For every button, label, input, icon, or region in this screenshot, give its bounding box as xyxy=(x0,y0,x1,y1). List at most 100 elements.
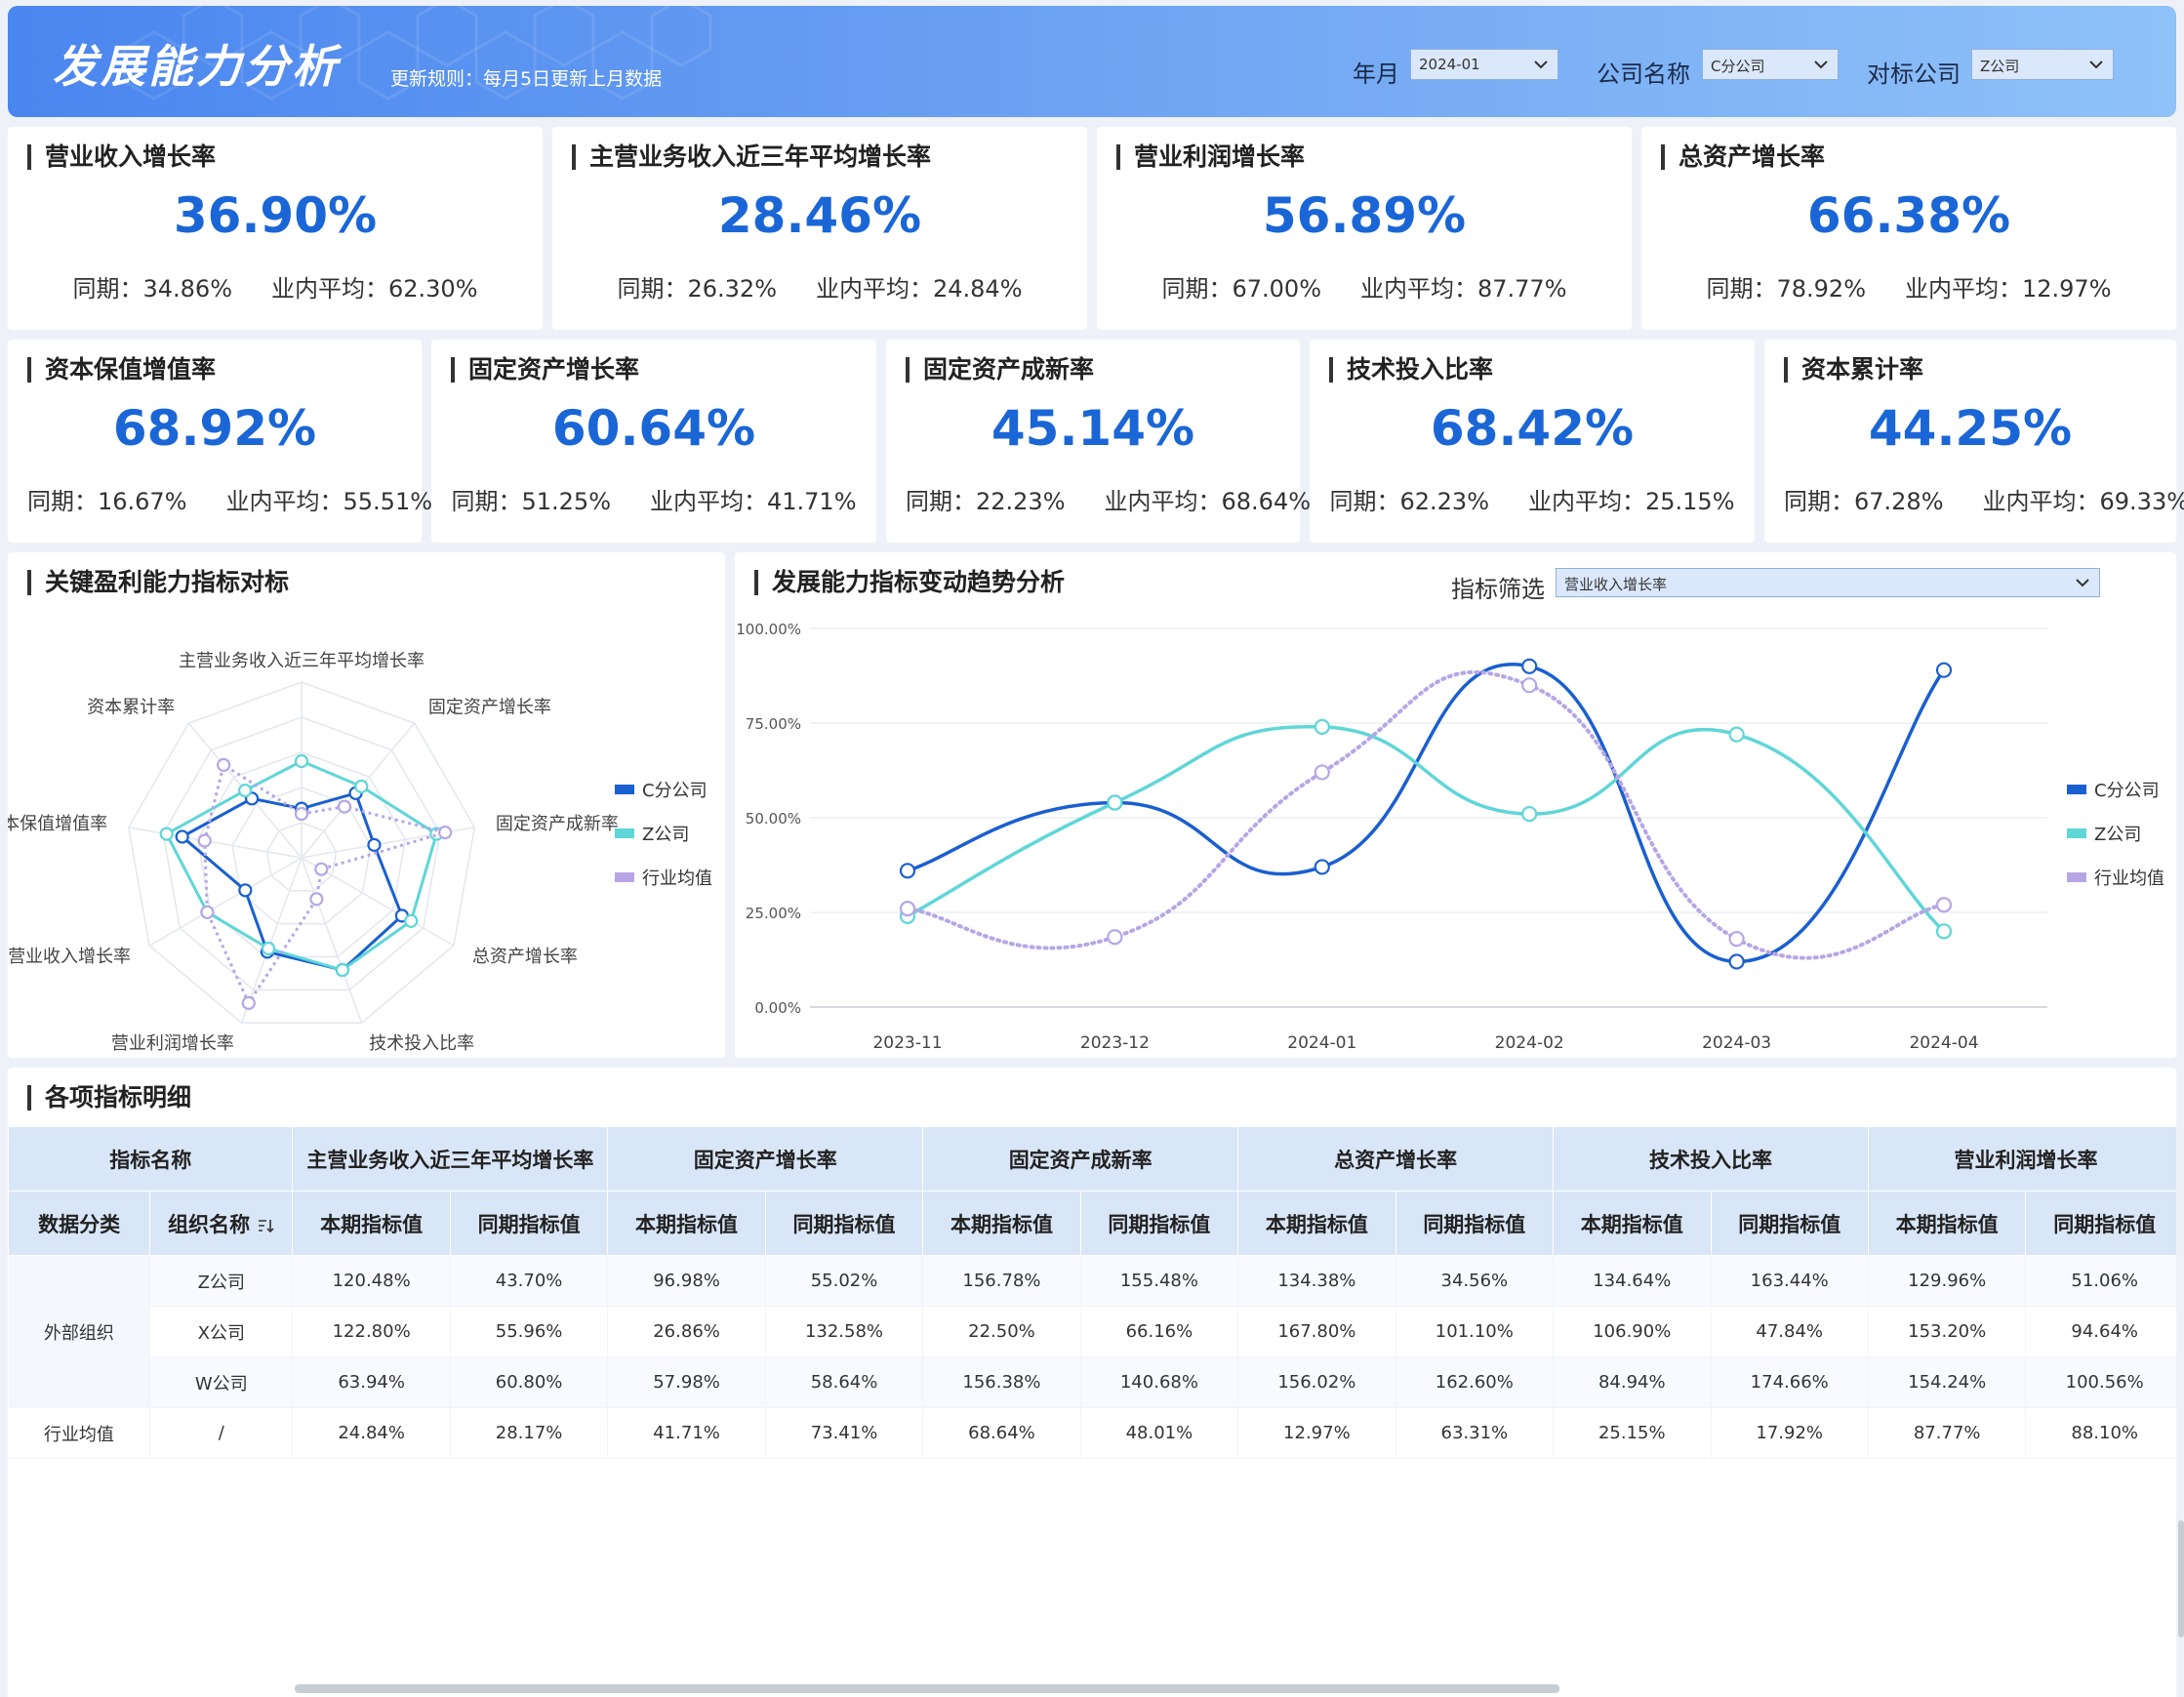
value-cell: 129.96% xyxy=(1868,1255,2027,1307)
company-select[interactable]: C分公司 xyxy=(1702,49,1839,80)
benchmark-select[interactable]: Z公司 xyxy=(1971,49,2114,80)
line-series-path xyxy=(906,663,1946,964)
table-row-industry-avg[interactable]: 行业均值/24.84% 28.17% 41.71% 73.41% 68.64% 48.01… xyxy=(8,1407,2176,1459)
value-cell: 96.98% xyxy=(607,1255,766,1307)
line-point[interactable] xyxy=(1521,677,1538,694)
radar-point[interactable] xyxy=(404,913,419,928)
line-point[interactable] xyxy=(1521,806,1538,823)
legend-swatch xyxy=(615,871,634,882)
value-cell: 120.48% xyxy=(292,1255,451,1307)
x-tick-label: 2024-04 xyxy=(1909,1033,1978,1053)
radar-axis-label: 固定资产增长率 xyxy=(428,697,551,717)
horizontal-scrollbar[interactable] xyxy=(295,1684,1559,1693)
value-cell: 134.64% xyxy=(1553,1255,1712,1307)
table-row[interactable]: 外部组织 Z公司 120.48% 43.70% 96.98% 55.02% 156.78% 1… xyxy=(8,1255,2176,1408)
radar-point[interactable] xyxy=(197,833,212,848)
kpi-same-period: 同期：22.23% xyxy=(906,488,1066,515)
line-point[interactable] xyxy=(1314,718,1330,735)
radar-point[interactable] xyxy=(241,995,256,1010)
line-point[interactable] xyxy=(1728,726,1745,743)
radar-point[interactable] xyxy=(367,837,382,852)
value-cell: 88.10% xyxy=(2025,1407,2176,1459)
update-rule-text: 更新规则：每月5日更新上月数据 xyxy=(390,68,663,90)
line-point[interactable] xyxy=(1935,923,1953,940)
sort-icon[interactable] xyxy=(257,1218,275,1233)
value-cell: 43.70% xyxy=(450,1255,609,1307)
legend-label: 行业均值 xyxy=(642,868,712,889)
page-title: 发展能力分析 xyxy=(53,40,340,93)
line-point[interactable] xyxy=(1107,794,1123,811)
legend-item-z[interactable]: Z公司 xyxy=(615,811,712,855)
line-point[interactable] xyxy=(1935,662,1953,678)
value-cell: 60.80% xyxy=(450,1356,609,1408)
radar-point[interactable] xyxy=(175,829,189,844)
legend-item-c[interactable]: C分公司 xyxy=(2067,767,2164,811)
radar-point[interactable] xyxy=(354,779,369,794)
line-point[interactable] xyxy=(1314,764,1330,781)
group-cell: 行业均值 xyxy=(8,1407,151,1459)
value-cell: 22.50% xyxy=(922,1306,1081,1357)
radar-point[interactable] xyxy=(294,806,309,822)
line-point[interactable] xyxy=(899,863,916,879)
radar-point[interactable] xyxy=(238,883,253,898)
header-previous: 同期指标值 xyxy=(2025,1191,2176,1256)
kpi-value: 68.92% xyxy=(112,400,317,457)
radar-point[interactable] xyxy=(217,757,231,772)
chevron-down-icon xyxy=(1534,61,1548,69)
legend-item-z[interactable]: Z公司 xyxy=(2067,811,2164,855)
line-grid xyxy=(810,627,2047,1008)
legend-item-avg[interactable]: 行业均值 xyxy=(615,855,712,899)
value-cell: 122.80% xyxy=(292,1306,451,1357)
radar-point[interactable] xyxy=(238,783,253,798)
legend-swatch xyxy=(2067,828,2086,838)
radar-point[interactable] xyxy=(262,941,276,956)
line-point[interactable] xyxy=(1935,897,1953,913)
line-point[interactable] xyxy=(1314,859,1330,875)
kpi-same-period: 同期：51.25% xyxy=(451,488,611,515)
detail-table-card: 各项指标明细 指标名称 主营业务收入近三年平均增长率 固定资产增长率 固定资产成… xyxy=(8,1068,2176,1697)
kpi-industry-avg: 业内平均：69.33% xyxy=(1982,488,2184,515)
header-previous: 同期指标值 xyxy=(764,1191,924,1256)
benchmark-select-value: Z公司 xyxy=(1980,58,2020,75)
header-org-label: 组织名称 xyxy=(168,1212,251,1236)
radar-spoke xyxy=(301,857,363,1024)
legend-label: C分公司 xyxy=(2094,780,2160,801)
line-point[interactable] xyxy=(1107,929,1123,946)
radar-point[interactable] xyxy=(309,892,324,907)
org-cell: / xyxy=(149,1407,294,1459)
line-point[interactable] xyxy=(1728,953,1745,970)
radar-point[interactable] xyxy=(200,905,215,919)
radar-point[interactable] xyxy=(294,753,309,769)
radar-grid xyxy=(127,681,476,1024)
month-select[interactable]: 2024-01 xyxy=(1410,49,1558,80)
value-cell: 63.94% xyxy=(292,1356,451,1408)
value-cell: 47.84% xyxy=(1711,1306,1869,1357)
table-row[interactable]: X公司 122.80% 55.96% 26.86% 132.58% 22.50% 66.16… xyxy=(9,1306,2176,1357)
radar-point[interactable] xyxy=(159,827,174,841)
kpi-card: 总资产增长率 66.38% 同期：78.92% 业内平均：12.97% xyxy=(1641,127,2176,330)
vertical-scrollbar[interactable] xyxy=(2178,1520,2184,1637)
kpi-same-period: 同期：62.23% xyxy=(1329,488,1489,515)
line-point[interactable] xyxy=(1728,931,1745,948)
value-cell: 163.44% xyxy=(1711,1255,1869,1307)
radar-point[interactable] xyxy=(335,962,349,978)
legend-item-c[interactable]: C分公司 xyxy=(615,767,712,811)
value-cell: 167.80% xyxy=(1237,1306,1396,1357)
legend-label: Z公司 xyxy=(2094,824,2142,845)
value-cell: 101.10% xyxy=(1395,1306,1555,1357)
header-org-sortable[interactable]: 组织名称 xyxy=(149,1191,294,1256)
radar-point[interactable] xyxy=(314,862,329,876)
line-point[interactable] xyxy=(1521,658,1538,674)
kpi-industry-avg: 业内平均：62.30% xyxy=(271,275,478,303)
radar-point[interactable] xyxy=(438,825,453,840)
kpi-industry-avg: 业内平均：41.71% xyxy=(650,488,857,515)
radar-point[interactable] xyxy=(337,799,352,814)
group-cell: 外部组织 xyxy=(8,1255,151,1408)
line-point[interactable] xyxy=(899,901,916,917)
table-row[interactable]: W公司 63.94% 60.80% 57.98% 58.64% 156.38% 140.68… xyxy=(9,1356,2176,1408)
radar-legend: C分公司 Z公司 行业均值 xyxy=(615,767,712,899)
header-current: 本期指标值 xyxy=(1553,1191,1712,1256)
legend-item-avg[interactable]: 行业均值 xyxy=(2067,855,2164,899)
kpi-card: 固定资产成新率 45.14% 同期：22.23% 业内平均：68.64% xyxy=(886,340,1311,543)
kpi-card: 营业收入增长率 36.90% 同期：34.86% 业内平均：62.30% xyxy=(8,127,543,330)
